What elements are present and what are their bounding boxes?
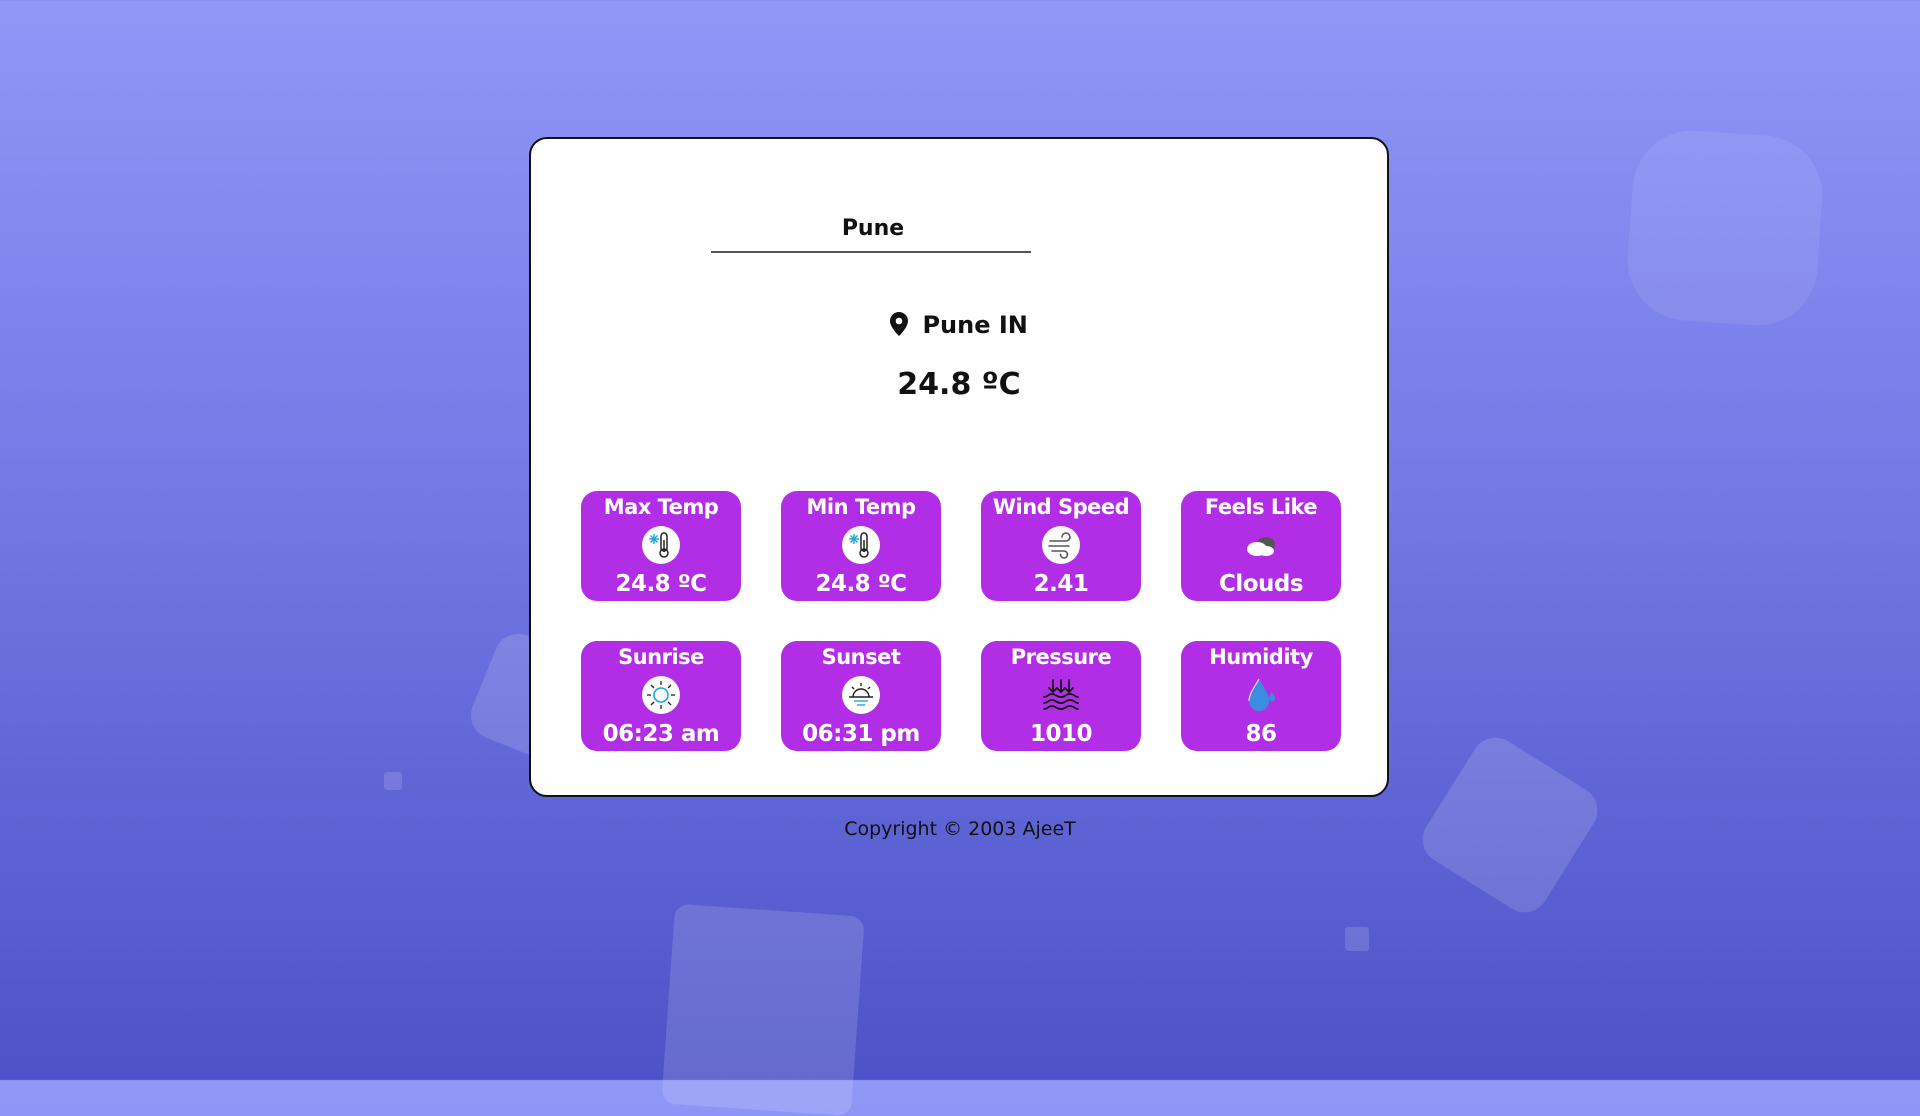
stat-tile-sunset: Sunset 06:31 pm (781, 641, 941, 751)
stat-tile-max-temp: Max Temp 24.8 ºC (581, 491, 741, 601)
tile-label: Humidity (1209, 645, 1313, 669)
location-text: Pune IN (922, 311, 1028, 339)
tile-value: 2.41 (1033, 571, 1089, 597)
thermometer-snow-icon (841, 525, 881, 565)
tile-label: Sunset (821, 645, 901, 669)
tile-label: Pressure (1010, 645, 1112, 669)
tile-label: Sunrise (618, 645, 704, 669)
tile-label: Min Temp (806, 495, 916, 519)
background-decoration (661, 903, 865, 1116)
weather-stats-grid: Max Temp 24.8 ºC Min Temp 24.8 ºC Wind S… (581, 491, 1341, 751)
tile-value: 86 (1245, 721, 1277, 747)
stat-tile-feels-like: Feels Like Clouds (1181, 491, 1341, 601)
copyright-footer: Copyright © 2003 AjeeT (844, 818, 1076, 840)
background-decoration (1623, 126, 1827, 330)
background-decoration (1345, 927, 1369, 951)
tile-value: 24.8 ºC (615, 571, 707, 597)
search-field (711, 203, 1035, 253)
tile-value: 06:23 am (602, 721, 720, 747)
weather-card: Pune IN 24.8 ºC Max Temp 24.8 ºC Min Tem… (529, 137, 1389, 797)
tile-value: 24.8 ºC (815, 571, 907, 597)
sunset-icon (841, 675, 881, 715)
sun-icon (641, 675, 681, 715)
stat-tile-pressure: Pressure 1010 (981, 641, 1141, 751)
clouds-icon (1241, 525, 1281, 565)
tile-label: Max Temp (603, 495, 719, 519)
wind-icon (1041, 525, 1081, 565)
map-pin-icon (890, 312, 909, 342)
current-temperature: 24.8 ºC (897, 367, 1021, 402)
background-decoration (384, 772, 402, 790)
stat-tile-sunrise: Sunrise 06:23 am (581, 641, 741, 751)
pressure-icon (1041, 675, 1081, 715)
city-search-input[interactable] (711, 203, 1035, 253)
stat-tile-humidity: Humidity 86 (1181, 641, 1341, 751)
tile-label: Wind Speed (992, 495, 1130, 519)
tile-label: Feels Like (1204, 495, 1318, 519)
tile-value: Clouds (1218, 571, 1304, 597)
water-drop-icon (1241, 675, 1281, 715)
thermometer-snow-icon (641, 525, 681, 565)
tile-value: 1010 (1029, 721, 1093, 747)
stat-tile-min-temp: Min Temp 24.8 ºC (781, 491, 941, 601)
stat-tile-wind-speed: Wind Speed 2.41 (981, 491, 1141, 601)
location: Pune IN (531, 311, 1387, 342)
tile-value: 06:31 pm (802, 721, 920, 747)
